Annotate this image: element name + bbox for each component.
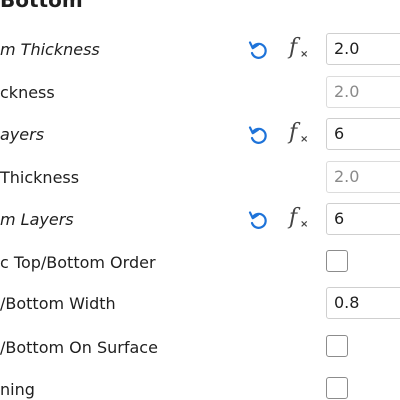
function-icon[interactable]: f × — [287, 120, 311, 147]
setting-value-field[interactable]: 0.8 — [326, 287, 400, 319]
setting-row-bottom-thickness: m Thickness f × 2.0 — [0, 32, 400, 74]
function-icon[interactable]: f × — [287, 205, 311, 232]
setting-value-field[interactable]: 6 — [326, 203, 400, 235]
setting-row-top-bottom-width: /Bottom Width 0.8 — [0, 286, 400, 328]
setting-row-bottom-thickness-2: Thickness 2.0 — [0, 160, 400, 202]
setting-label: ckness — [0, 83, 55, 102]
setting-value-field[interactable]: 2.0 — [326, 33, 400, 65]
function-icon[interactable]: f × — [287, 35, 311, 62]
setting-label: c Top/Bottom Order — [0, 253, 156, 272]
setting-row-layers: ayers f × 6 — [0, 117, 400, 159]
setting-row-bottom-layers: m Layers f × 6 — [0, 202, 400, 244]
setting-row-thickness: ckness 2.0 — [0, 75, 400, 117]
setting-checkbox[interactable] — [326, 250, 348, 272]
setting-checkbox[interactable] — [326, 377, 348, 399]
setting-label: /Bottom Width — [0, 294, 116, 313]
reset-icon[interactable] — [246, 123, 270, 147]
setting-checkbox[interactable] — [326, 335, 348, 357]
setting-value-field: 2.0 — [326, 76, 400, 108]
settings-panel: Bottom m Thickness f × 2.0 ckness 2.0 aye… — [0, 0, 400, 400]
setting-value-field[interactable]: 6 — [326, 118, 400, 150]
setting-value-field: 2.0 — [326, 161, 400, 193]
setting-row-ironing: ning — [0, 377, 400, 400]
setting-label: Thickness — [0, 168, 80, 187]
setting-label: m Thickness — [0, 40, 100, 59]
setting-label: /Bottom On Surface — [0, 338, 158, 357]
setting-label: ayers — [0, 125, 45, 144]
reset-icon[interactable] — [246, 208, 270, 232]
setting-label: m Layers — [0, 210, 74, 229]
reset-icon[interactable] — [246, 38, 270, 62]
setting-row-top-bottom-on-surface: /Bottom On Surface — [0, 335, 400, 377]
section-title: Bottom — [0, 0, 83, 12]
setting-label: ning — [0, 380, 35, 399]
